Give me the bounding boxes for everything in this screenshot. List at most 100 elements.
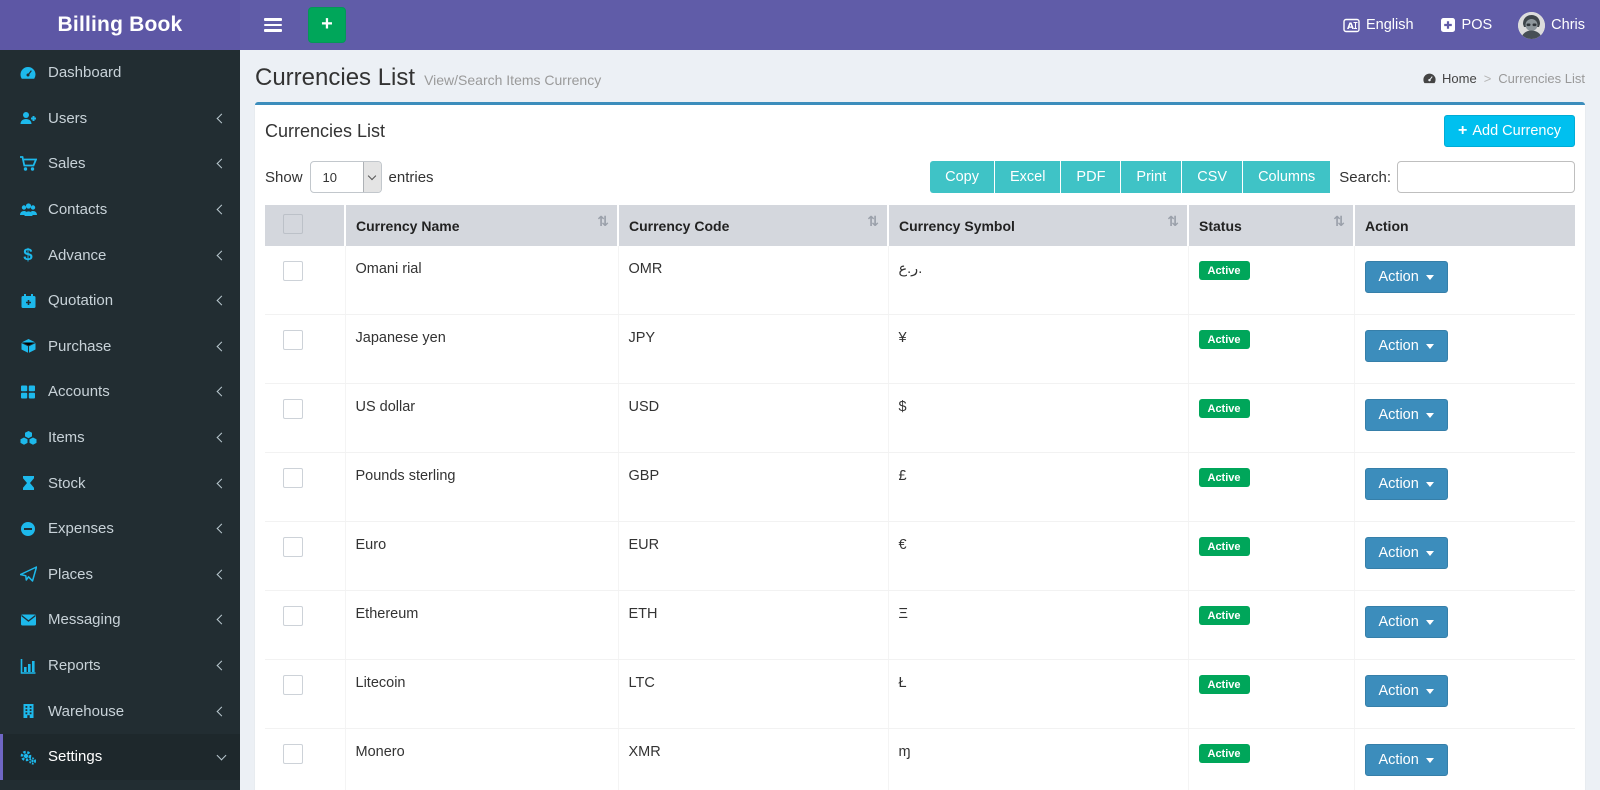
row-checkbox[interactable] bbox=[283, 330, 303, 350]
action-dropdown-button[interactable]: Action bbox=[1364, 330, 1448, 362]
column-header-currency-code[interactable]: Currency Code ⇅ bbox=[618, 205, 889, 246]
table-row: Euro EUR € Active Action bbox=[265, 521, 1575, 591]
select-chevron-down-icon bbox=[362, 162, 381, 192]
sidebar-item-reports[interactable]: Reports bbox=[0, 643, 240, 689]
export-button[interactable]: CSV bbox=[1182, 161, 1244, 193]
sort-icon: ⇅ bbox=[1333, 214, 1345, 230]
sidebar-item-expenses[interactable]: Expenses bbox=[0, 506, 240, 552]
sidebar-item-contacts[interactable]: Contacts bbox=[0, 187, 240, 233]
app-logo[interactable]: Billing Book bbox=[0, 0, 240, 50]
sidebar-item-advance[interactable]: $ Advance bbox=[0, 232, 240, 278]
sidebar-item-places[interactable]: Places bbox=[0, 552, 240, 598]
table-row: Litecoin LTC Ł Active Action bbox=[265, 659, 1575, 729]
status-badge: Active bbox=[1198, 468, 1250, 487]
sidebar-item-accounts[interactable]: Accounts bbox=[0, 369, 240, 415]
chevron-left-icon bbox=[216, 569, 227, 580]
grid-icon bbox=[18, 383, 38, 401]
sidebar-item-sales[interactable]: Sales bbox=[0, 141, 240, 187]
main-content: Currencies List View/Search Items Curren… bbox=[240, 50, 1600, 790]
row-checkbox-cell bbox=[265, 521, 346, 591]
export-button[interactable]: Copy bbox=[930, 161, 995, 193]
navbar-right: A English POS Chris bbox=[1343, 11, 1585, 39]
row-checkbox[interactable] bbox=[283, 261, 303, 281]
pos-menu[interactable]: POS bbox=[1440, 17, 1492, 33]
language-label: English bbox=[1365, 17, 1414, 33]
action-dropdown-button[interactable]: Action bbox=[1364, 675, 1448, 707]
breadcrumb-current: Currencies List bbox=[1498, 71, 1585, 86]
sidebar-item-quotation[interactable]: Quotation bbox=[0, 278, 240, 324]
currencies-panel: Currencies List + Add Currency Show 10 e… bbox=[255, 102, 1585, 790]
user-name: Chris bbox=[1551, 17, 1585, 33]
sidebar-item-warehouse[interactable]: Warehouse bbox=[0, 688, 240, 734]
panel-title: Currencies List bbox=[265, 120, 386, 141]
sidebar-item-settings[interactable]: Settings bbox=[0, 733, 240, 780]
export-button[interactable]: Excel bbox=[994, 161, 1062, 193]
breadcrumb-home-link[interactable]: Home bbox=[1422, 71, 1477, 86]
action-cell: Action bbox=[1354, 452, 1575, 522]
chevron-left-icon bbox=[216, 250, 227, 261]
status-badge: Active bbox=[1198, 399, 1250, 418]
currency-symbol-cell: Ξ bbox=[888, 590, 1189, 660]
table-row: Monero XMR ɱ Active Action bbox=[265, 728, 1575, 790]
add-currency-button[interactable]: + Add Currency bbox=[1444, 115, 1575, 147]
currency-code-cell: OMR bbox=[618, 246, 889, 315]
row-checkbox-cell bbox=[265, 728, 346, 790]
currency-code-cell: ETH bbox=[618, 590, 889, 660]
sort-icon: ⇅ bbox=[867, 214, 879, 230]
page-length-select[interactable]: 10 bbox=[309, 161, 382, 193]
action-dropdown-button[interactable]: Action bbox=[1364, 537, 1448, 569]
action-dropdown-button[interactable]: Action bbox=[1364, 399, 1448, 431]
currencies-table: Currency Name ⇅ Currency Code ⇅ Currency S… bbox=[265, 205, 1575, 790]
top-navbar: + A English POS Chris bbox=[240, 0, 1600, 50]
content-header: Currencies List View/Search Items Curren… bbox=[240, 50, 1600, 102]
action-dropdown-button[interactable]: Action bbox=[1364, 606, 1448, 638]
chevron-down-icon bbox=[216, 750, 227, 761]
status-cell: Active bbox=[1188, 383, 1355, 453]
chevron-left-icon bbox=[216, 432, 227, 443]
sidebar-toggle-hamburger-icon[interactable] bbox=[252, 0, 294, 50]
currency-name-cell: Japanese yen bbox=[345, 314, 619, 384]
table-row: Omani rial OMR ر.ع. Active Action bbox=[265, 246, 1575, 315]
sidebar-item-users[interactable]: Users bbox=[0, 96, 240, 142]
export-button[interactable]: Columns bbox=[1243, 161, 1332, 193]
sidebar-item-dashboard[interactable]: Dashboard bbox=[0, 50, 240, 96]
search-area: Search: bbox=[1339, 161, 1575, 193]
row-checkbox[interactable] bbox=[283, 399, 303, 419]
sidebar-item-purchase[interactable]: Purchase bbox=[0, 324, 240, 370]
export-button[interactable]: Print bbox=[1121, 161, 1183, 193]
action-dropdown-button[interactable]: Action bbox=[1364, 261, 1448, 293]
user-avatar bbox=[1518, 11, 1546, 39]
currency-name-cell: Omani rial bbox=[345, 246, 619, 315]
currency-code-cell: GBP bbox=[618, 452, 889, 522]
quick-add-button[interactable]: + bbox=[308, 7, 346, 43]
action-dropdown-button[interactable]: Action bbox=[1364, 468, 1448, 500]
currency-symbol-cell: $ bbox=[888, 383, 1189, 453]
sidebar-item-items[interactable]: Items bbox=[0, 415, 240, 461]
caret-down-icon bbox=[1425, 550, 1434, 556]
caret-down-icon bbox=[1425, 757, 1434, 763]
user-menu[interactable]: Chris bbox=[1518, 11, 1585, 39]
action-dropdown-button[interactable]: Action bbox=[1364, 744, 1448, 776]
export-button[interactable]: PDF bbox=[1061, 161, 1122, 193]
column-header-currency-symbol[interactable]: Currency Symbol ⇅ bbox=[888, 205, 1189, 246]
currency-symbol-cell: ɱ bbox=[888, 728, 1189, 790]
row-checkbox[interactable] bbox=[283, 675, 303, 695]
column-header-currency-name[interactable]: Currency Name ⇅ bbox=[345, 205, 619, 246]
sidebar-item-stock[interactable]: Stock bbox=[0, 460, 240, 506]
select-all-checkbox[interactable] bbox=[283, 214, 303, 234]
home-gauge-icon bbox=[1423, 73, 1436, 84]
row-checkbox[interactable] bbox=[283, 537, 303, 557]
language-icon: A bbox=[1343, 18, 1360, 32]
row-checkbox[interactable] bbox=[283, 468, 303, 488]
currency-code-cell: EUR bbox=[618, 521, 889, 591]
column-header-status[interactable]: Status ⇅ bbox=[1188, 205, 1355, 246]
select-all-header bbox=[265, 205, 346, 246]
row-checkbox[interactable] bbox=[283, 606, 303, 626]
language-menu[interactable]: A English bbox=[1343, 17, 1414, 33]
app-window: Billing Book + A English POS Chris Dashb… bbox=[0, 0, 1600, 790]
sidebar-item-messaging[interactable]: Messaging bbox=[0, 597, 240, 643]
search-input[interactable] bbox=[1397, 161, 1575, 193]
row-checkbox[interactable] bbox=[283, 744, 303, 764]
shopping-cart-icon bbox=[18, 155, 38, 173]
currency-symbol-cell: Ł bbox=[888, 659, 1189, 729]
